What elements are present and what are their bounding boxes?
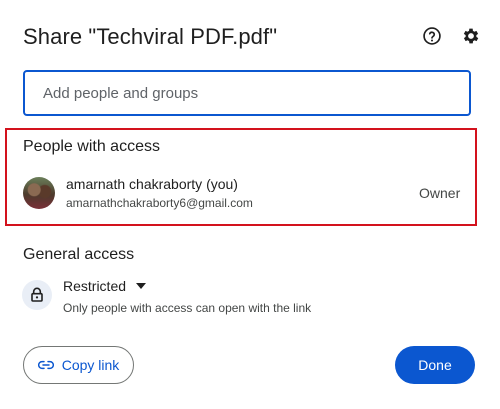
user-role: Owner: [419, 185, 461, 201]
avatar: [23, 177, 55, 209]
help-circle-icon: [423, 27, 441, 45]
access-level-dropdown[interactable]: Restricted: [63, 278, 147, 294]
settings-button[interactable]: [459, 24, 483, 48]
add-people-input[interactable]: [41, 83, 469, 103]
lock-icon: [31, 287, 43, 302]
user-name: amarnath chakraborty (you): [66, 176, 238, 192]
caret-down-icon: [136, 283, 147, 289]
copy-link-label: Copy link: [61, 357, 120, 373]
link-icon: [37, 360, 54, 370]
access-description: Only people with access can open with th…: [63, 301, 312, 315]
gear-icon: [463, 28, 479, 44]
add-people-field[interactable]: [23, 70, 471, 116]
user-email: amarnathchakraborty6@gmail.com: [66, 196, 253, 210]
help-button[interactable]: [420, 24, 444, 48]
access-level-label: Restricted: [63, 278, 127, 294]
share-dialog: Share "Techviral PDF.pdf" People with ac…: [0, 0, 500, 409]
dialog-title: Share "Techviral PDF.pdf": [23, 24, 278, 49]
done-button[interactable]: Done: [395, 346, 475, 384]
general-access-heading: General access: [23, 246, 135, 263]
people-with-access-heading: People with access: [23, 138, 160, 155]
copy-link-button[interactable]: Copy link: [23, 346, 134, 384]
lock-badge: [22, 280, 52, 310]
